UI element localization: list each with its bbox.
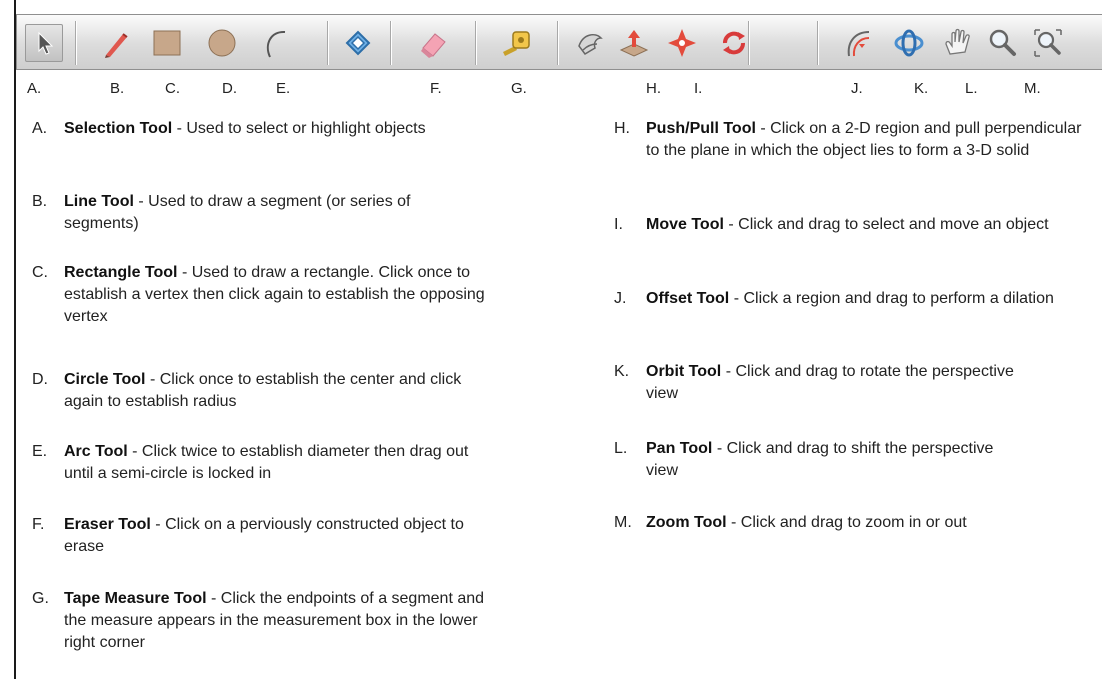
description-arc-tool: E. Arc Tool - Click twice to establish d… (32, 441, 502, 485)
tool-letter-g: G. (511, 80, 527, 97)
tool-name: Tape Measure Tool (64, 590, 207, 607)
pan-tool-button[interactable] (939, 24, 977, 62)
selection-arrow-icon (38, 31, 54, 55)
description-marker: K. (614, 363, 630, 380)
description-marker: I. (614, 216, 623, 233)
description-marker: H. (614, 120, 630, 137)
tool-name: Offset Tool (646, 290, 730, 307)
offset-tool-button[interactable] (839, 24, 877, 62)
tape-measure-tool-button[interactable] (497, 24, 535, 62)
tool-letter-b: B. (110, 80, 125, 97)
paint-bucket-tool-button[interactable] (339, 24, 377, 62)
description-marker: A. (32, 120, 48, 137)
tool-name: Arc Tool (64, 443, 128, 460)
move-tool-button[interactable] (663, 24, 701, 62)
tool-description-text: - Click and drag to zoom in or out (726, 514, 967, 531)
selection-tool-button[interactable] (25, 24, 63, 62)
orbit-icon (894, 29, 924, 57)
description-pan-tool: L. Pan Tool - Click and drag to shift th… (614, 438, 994, 482)
circle-tool-button[interactable] (203, 24, 241, 62)
description-selection-tool: A. Selection Tool - Used to select or hi… (32, 118, 468, 140)
tool-letter-i: I. (694, 80, 703, 97)
description-rectangle-tool: C. Rectangle Tool - Used to draw a recta… (32, 262, 492, 328)
tool-letter-f: F. (430, 80, 442, 97)
description-orbit-tool: K. Orbit Tool - Click and drag to rotate… (614, 361, 1034, 405)
description-marker: M. (614, 514, 632, 531)
rotate-tool-button[interactable] (715, 24, 753, 62)
tool-letter-d: D. (222, 80, 237, 97)
description-marker: G. (32, 590, 49, 607)
push-pull-icon (619, 30, 649, 57)
rotate-icon (723, 31, 745, 55)
arc-icon (266, 30, 286, 58)
toolbar-separator (75, 21, 76, 65)
tool-letter-h: H. (646, 80, 661, 97)
circle-icon (208, 29, 236, 57)
tool-name: Zoom Tool (646, 514, 727, 531)
eraser-tool-button[interactable] (415, 24, 453, 62)
follow-me-tool-button[interactable] (571, 24, 609, 62)
pencil-line-icon (105, 33, 128, 58)
toolbar-separator (327, 21, 328, 65)
tool-name: Pan Tool (646, 440, 713, 457)
paint-bucket-icon (345, 30, 371, 56)
tool-name: Orbit Tool (646, 363, 722, 380)
tool-description-text: - Click a region and drag to perform a d… (729, 290, 1054, 307)
tool-letter-e: E. (276, 80, 291, 97)
tool-name: Push/Pull Tool (646, 120, 756, 137)
tool-letter-l: L. (965, 80, 978, 97)
follow-me-icon (578, 33, 603, 55)
line-tool-button[interactable] (97, 24, 135, 62)
tool-description-text: - Click and drag to select and move an o… (723, 216, 1049, 233)
push-pull-tool-button[interactable] (615, 24, 653, 62)
description-marker: L. (614, 440, 628, 457)
tool-letter-a: A. (27, 80, 42, 97)
zoom-magnifier-icon (989, 29, 1016, 56)
description-marker: B. (32, 193, 48, 210)
description-eraser-tool: F. Eraser Tool - Click on a perviously c… (32, 514, 492, 558)
description-offset-tool: J. Offset Tool - Click a region and drag… (614, 288, 1098, 310)
pan-hand-icon (945, 28, 970, 55)
tool-name: Eraser Tool (64, 516, 151, 533)
description-marker: C. (32, 264, 48, 281)
description-marker: E. (32, 443, 48, 460)
description-move-tool: I. Move Tool - Click and drag to select … (614, 214, 1098, 236)
tool-description-text: - Used to select or highlight objects (172, 120, 426, 137)
tool-name: Move Tool (646, 216, 724, 233)
description-line-tool: B. Line Tool - Used to draw a segment (o… (32, 191, 468, 235)
description-marker: J. (614, 290, 627, 307)
tool-letter-m: M. (1024, 80, 1041, 97)
description-tape-measure-tool: G. Tape Measure Tool - Click the endpoin… (32, 588, 492, 654)
description-marker: D. (32, 371, 48, 388)
toolbar-separator (475, 21, 476, 65)
description-marker: F. (32, 516, 45, 533)
eraser-icon (421, 33, 446, 58)
tool-letter-c: C. (165, 80, 180, 97)
tool-name: Circle Tool (64, 371, 146, 388)
tool-letter-k: K. (914, 80, 929, 97)
orbit-tool-button[interactable] (890, 24, 928, 62)
arc-tool-button[interactable] (257, 24, 295, 62)
tool-letter-j: J. (851, 80, 863, 97)
toolbar-separator (817, 21, 818, 65)
rectangle-tool-button[interactable] (148, 24, 186, 62)
move-icon (668, 29, 696, 57)
zoom-tool-button[interactable] (983, 24, 1021, 62)
description-circle-tool: D. Circle Tool - Click once to establish… (32, 369, 492, 413)
page-left-border (14, 0, 1102, 679)
toolbar-separator (557, 21, 558, 65)
tape-measure-icon (503, 31, 530, 56)
rectangle-icon (153, 30, 181, 56)
description-zoom-tool: M. Zoom Tool - Click and drag to zoom in… (614, 512, 1098, 534)
description-push-pull-tool: H. Push/Pull Tool - Click on a 2-D regio… (614, 118, 1094, 162)
tool-name: Selection Tool (64, 120, 173, 137)
offset-icon (847, 31, 870, 57)
tool-name: Line Tool (64, 193, 134, 210)
toolbar (16, 14, 1102, 70)
zoom-extents-icon (1034, 29, 1062, 57)
toolbar-separator (390, 21, 391, 65)
zoom-extents-tool-button[interactable] (1029, 24, 1067, 62)
tool-name: Rectangle Tool (64, 264, 178, 281)
